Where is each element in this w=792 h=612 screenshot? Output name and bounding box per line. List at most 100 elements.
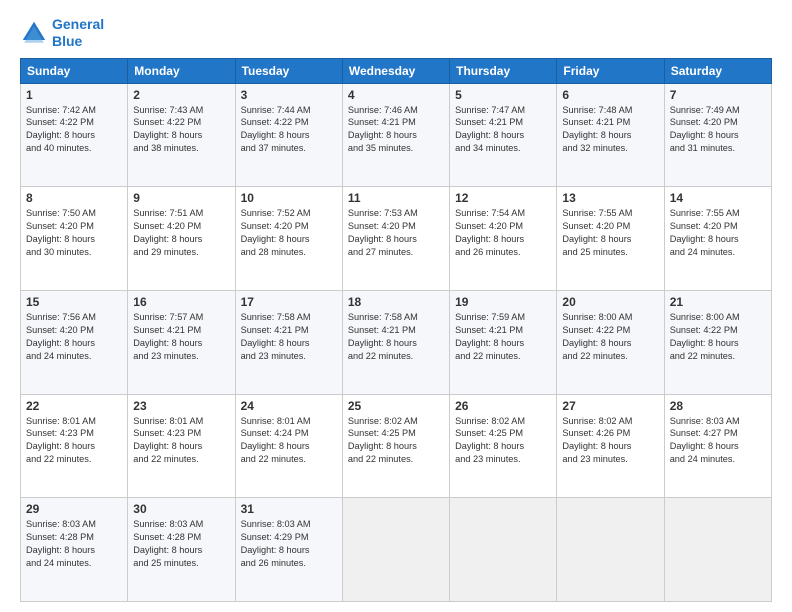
day-info: Sunrise: 8:02 AM Sunset: 4:25 PM Dayligh… (348, 415, 444, 467)
day-info: Sunrise: 7:59 AM Sunset: 4:21 PM Dayligh… (455, 311, 551, 363)
day-cell: 15 Sunrise: 7:56 AM Sunset: 4:20 PM Dayli… (21, 290, 128, 394)
day-info: Sunrise: 7:51 AM Sunset: 4:20 PM Dayligh… (133, 207, 229, 259)
day-cell: 7Sunrise: 7:49 AM Sunset: 4:20 PM Daylig… (664, 83, 771, 187)
day-number: 16 (133, 295, 229, 309)
week-row-1: 1Sunrise: 7:42 AM Sunset: 4:22 PM Daylig… (21, 83, 772, 187)
day-number: 1 (26, 88, 122, 102)
day-cell: 6 Sunrise: 7:48 AM Sunset: 4:21 PM Daylig… (557, 83, 664, 187)
day-info: Sunrise: 7:50 AM Sunset: 4:20 PM Dayligh… (26, 207, 122, 259)
day-info: Sunrise: 8:02 AM Sunset: 4:25 PM Dayligh… (455, 415, 551, 467)
day-number: 24 (241, 399, 337, 413)
day-number: 15 (26, 295, 122, 309)
page: General Blue SundayMondayTuesdayWednesda… (0, 0, 792, 612)
day-number: 10 (241, 191, 337, 205)
day-cell: 23Sunrise: 8:01 AM Sunset: 4:23 PM Dayli… (128, 394, 235, 498)
col-header-tuesday: Tuesday (235, 58, 342, 83)
day-info: Sunrise: 8:01 AM Sunset: 4:24 PM Dayligh… (241, 415, 337, 467)
col-header-saturday: Saturday (664, 58, 771, 83)
day-number: 29 (26, 502, 122, 516)
day-number: 8 (26, 191, 122, 205)
header: General Blue (20, 16, 772, 50)
day-cell: 18 Sunrise: 7:58 AM Sunset: 4:21 PM Dayli… (342, 290, 449, 394)
day-cell (450, 498, 557, 602)
day-cell: 29 Sunrise: 8:03 AM Sunset: 4:28 PM Dayli… (21, 498, 128, 602)
col-header-friday: Friday (557, 58, 664, 83)
day-cell: 27 Sunrise: 8:02 AM Sunset: 4:26 PM Dayli… (557, 394, 664, 498)
day-cell: 1Sunrise: 7:42 AM Sunset: 4:22 PM Daylig… (21, 83, 128, 187)
day-number: 5 (455, 88, 551, 102)
day-number: 2 (133, 88, 229, 102)
day-number: 28 (670, 399, 766, 413)
day-cell: 20 Sunrise: 8:00 AM Sunset: 4:22 PM Dayli… (557, 290, 664, 394)
day-info: Sunrise: 7:58 AM Sunset: 4:21 PM Dayligh… (241, 311, 337, 363)
day-info: Sunrise: 7:48 AM Sunset: 4:21 PM Dayligh… (562, 104, 658, 156)
day-info: Sunrise: 8:02 AM Sunset: 4:26 PM Dayligh… (562, 415, 658, 467)
day-number: 13 (562, 191, 658, 205)
day-info: Sunrise: 7:55 AM Sunset: 4:20 PM Dayligh… (562, 207, 658, 259)
col-header-monday: Monday (128, 58, 235, 83)
day-number: 18 (348, 295, 444, 309)
day-info: Sunrise: 8:03 AM Sunset: 4:29 PM Dayligh… (241, 518, 337, 570)
day-number: 11 (348, 191, 444, 205)
calendar: SundayMondayTuesdayWednesdayThursdayFrid… (20, 58, 772, 602)
day-cell: 14 Sunrise: 7:55 AM Sunset: 4:20 PM Dayli… (664, 187, 771, 291)
day-info: Sunrise: 7:56 AM Sunset: 4:20 PM Dayligh… (26, 311, 122, 363)
day-info: Sunrise: 8:00 AM Sunset: 4:22 PM Dayligh… (562, 311, 658, 363)
day-info: Sunrise: 8:03 AM Sunset: 4:28 PM Dayligh… (26, 518, 122, 570)
col-header-sunday: Sunday (21, 58, 128, 83)
day-number: 14 (670, 191, 766, 205)
day-info: Sunrise: 7:47 AM Sunset: 4:21 PM Dayligh… (455, 104, 551, 156)
day-info: Sunrise: 8:03 AM Sunset: 4:27 PM Dayligh… (670, 415, 766, 467)
day-cell: 2 Sunrise: 7:43 AM Sunset: 4:22 PM Daylig… (128, 83, 235, 187)
day-number: 23 (133, 399, 229, 413)
logo-text: General Blue (52, 16, 104, 50)
day-cell: 12Sunrise: 7:54 AM Sunset: 4:20 PM Dayli… (450, 187, 557, 291)
col-header-thursday: Thursday (450, 58, 557, 83)
day-cell: 28 Sunrise: 8:03 AM Sunset: 4:27 PM Dayli… (664, 394, 771, 498)
day-info: Sunrise: 7:53 AM Sunset: 4:20 PM Dayligh… (348, 207, 444, 259)
day-info: Sunrise: 7:43 AM Sunset: 4:22 PM Dayligh… (133, 104, 229, 156)
day-number: 21 (670, 295, 766, 309)
day-cell: 8 Sunrise: 7:50 AM Sunset: 4:20 PM Daylig… (21, 187, 128, 291)
day-number: 30 (133, 502, 229, 516)
week-row-5: 29 Sunrise: 8:03 AM Sunset: 4:28 PM Dayli… (21, 498, 772, 602)
day-cell (664, 498, 771, 602)
day-cell: 3 Sunrise: 7:44 AM Sunset: 4:22 PM Daylig… (235, 83, 342, 187)
day-info: Sunrise: 7:54 AM Sunset: 4:20 PM Dayligh… (455, 207, 551, 259)
day-number: 4 (348, 88, 444, 102)
day-cell: 21Sunrise: 8:00 AM Sunset: 4:22 PM Dayli… (664, 290, 771, 394)
col-header-wednesday: Wednesday (342, 58, 449, 83)
day-info: Sunrise: 7:52 AM Sunset: 4:20 PM Dayligh… (241, 207, 337, 259)
week-row-2: 8 Sunrise: 7:50 AM Sunset: 4:20 PM Daylig… (21, 187, 772, 291)
day-number: 6 (562, 88, 658, 102)
day-number: 27 (562, 399, 658, 413)
day-info: Sunrise: 7:44 AM Sunset: 4:22 PM Dayligh… (241, 104, 337, 156)
logo-icon (20, 19, 48, 47)
day-cell: 17 Sunrise: 7:58 AM Sunset: 4:21 PM Dayli… (235, 290, 342, 394)
day-cell: 10 Sunrise: 7:52 AM Sunset: 4:20 PM Dayli… (235, 187, 342, 291)
day-cell: 16 Sunrise: 7:57 AM Sunset: 4:21 PM Dayli… (128, 290, 235, 394)
day-cell (557, 498, 664, 602)
day-cell: 26 Sunrise: 8:02 AM Sunset: 4:25 PM Dayli… (450, 394, 557, 498)
day-cell: 5 Sunrise: 7:47 AM Sunset: 4:21 PM Daylig… (450, 83, 557, 187)
day-info: Sunrise: 7:58 AM Sunset: 4:21 PM Dayligh… (348, 311, 444, 363)
day-cell: 31Sunrise: 8:03 AM Sunset: 4:29 PM Dayli… (235, 498, 342, 602)
day-cell: 13 Sunrise: 7:55 AM Sunset: 4:20 PM Dayli… (557, 187, 664, 291)
day-info: Sunrise: 7:46 AM Sunset: 4:21 PM Dayligh… (348, 104, 444, 156)
day-info: Sunrise: 8:03 AM Sunset: 4:28 PM Dayligh… (133, 518, 229, 570)
day-number: 25 (348, 399, 444, 413)
week-row-4: 22Sunrise: 8:01 AM Sunset: 4:23 PM Dayli… (21, 394, 772, 498)
day-number: 17 (241, 295, 337, 309)
day-info: Sunrise: 7:55 AM Sunset: 4:20 PM Dayligh… (670, 207, 766, 259)
day-cell (342, 498, 449, 602)
day-info: Sunrise: 7:49 AM Sunset: 4:20 PM Dayligh… (670, 104, 766, 156)
day-number: 20 (562, 295, 658, 309)
day-number: 3 (241, 88, 337, 102)
day-number: 9 (133, 191, 229, 205)
day-cell: 24 Sunrise: 8:01 AM Sunset: 4:24 PM Dayli… (235, 394, 342, 498)
header-row: SundayMondayTuesdayWednesdayThursdayFrid… (21, 58, 772, 83)
day-info: Sunrise: 8:01 AM Sunset: 4:23 PM Dayligh… (26, 415, 122, 467)
day-info: Sunrise: 7:57 AM Sunset: 4:21 PM Dayligh… (133, 311, 229, 363)
day-number: 26 (455, 399, 551, 413)
day-cell: 11 Sunrise: 7:53 AM Sunset: 4:20 PM Dayli… (342, 187, 449, 291)
